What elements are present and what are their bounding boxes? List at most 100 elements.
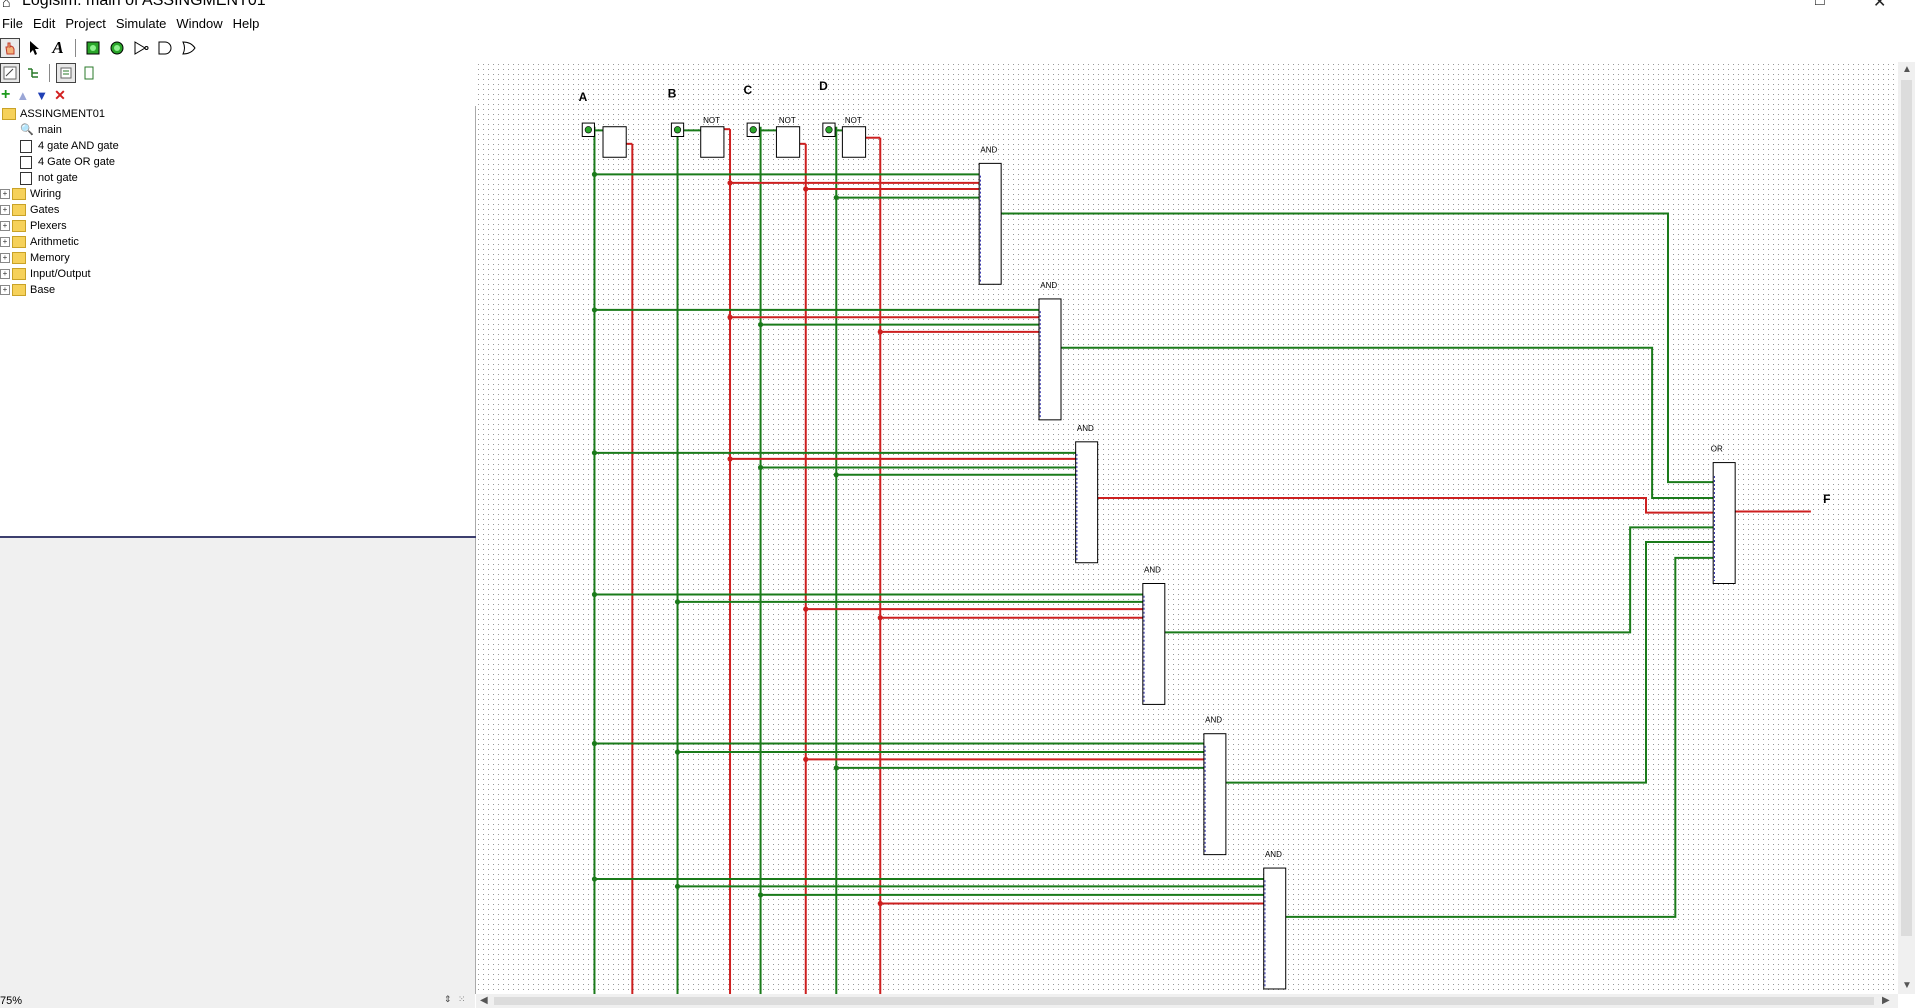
input-pin-state bbox=[749, 126, 757, 134]
folder-icon bbox=[2, 108, 16, 121]
menu-edit[interactable]: Edit bbox=[31, 16, 57, 31]
input-label: B bbox=[668, 86, 677, 100]
scroll-left-icon[interactable]: ◀ bbox=[480, 995, 488, 1006]
library-label: Arithmetic bbox=[30, 236, 79, 248]
menu-bar: File Edit Project Simulate Window Help bbox=[0, 14, 1915, 32]
and-gate-label: AND bbox=[1205, 716, 1222, 725]
zoom-level[interactable]: 75% bbox=[0, 995, 22, 1007]
wire-junction bbox=[591, 740, 598, 747]
delete-circuit-icon[interactable]: ✕ bbox=[54, 87, 66, 104]
wire-junction bbox=[803, 186, 809, 192]
wire-junction bbox=[877, 329, 883, 335]
not-gate bbox=[700, 126, 725, 158]
add-circuit-icon[interactable]: + bbox=[1, 86, 10, 104]
tool-toolbar: A bbox=[0, 36, 199, 60]
wire-junction bbox=[757, 321, 764, 328]
tree-root[interactable]: ASSINGMENT01 bbox=[0, 106, 119, 122]
wire-junction bbox=[833, 472, 839, 478]
text-tool-icon[interactable]: A bbox=[48, 38, 68, 58]
tree-circuit-main[interactable]: 🔍 main bbox=[0, 122, 119, 138]
menu-window[interactable]: Window bbox=[174, 16, 224, 31]
menu-help[interactable]: Help bbox=[231, 16, 262, 31]
tree-lib-wiring[interactable]: + Wiring bbox=[0, 186, 119, 202]
circuit-canvas[interactable]: A B C D NOT NOT NOT AND AND AND AND AND AND OR F bbox=[476, 62, 1898, 1002]
and-gate-label: AND bbox=[1077, 424, 1094, 433]
library-label: Base bbox=[30, 284, 56, 296]
wire-junction bbox=[591, 591, 598, 598]
expand-icon[interactable]: + bbox=[0, 189, 10, 200]
zoom-spinner-icon[interactable]: ⇕ bbox=[444, 994, 452, 1005]
circuit-icon bbox=[20, 155, 32, 169]
wire-junction bbox=[591, 307, 598, 313]
arrow-select-icon[interactable] bbox=[24, 38, 44, 58]
and-gate-icon[interactable] bbox=[155, 38, 175, 58]
folder-icon bbox=[12, 188, 26, 201]
scroll-right-icon[interactable]: ▶ bbox=[1882, 995, 1890, 1006]
and-gate-label: AND bbox=[1144, 566, 1161, 575]
not-gate-label: NOT bbox=[779, 116, 796, 125]
layout-view-icon[interactable] bbox=[56, 63, 76, 83]
folder-icon bbox=[12, 252, 26, 265]
hand-poke-icon[interactable] bbox=[0, 38, 20, 58]
tree-circuit-not[interactable]: not gate bbox=[0, 170, 119, 186]
and-gate bbox=[1075, 441, 1099, 564]
and-gate-label: AND bbox=[1040, 281, 1057, 290]
tree-lib-plexers[interactable]: + Plexers bbox=[0, 218, 119, 234]
not-gate-label: NOT bbox=[703, 116, 720, 125]
circuit-label: main bbox=[38, 124, 62, 136]
tree-circuit-or[interactable]: 4 Gate OR gate bbox=[0, 154, 119, 170]
wire-junction bbox=[833, 765, 839, 771]
toolbox-view-icon[interactable] bbox=[0, 63, 20, 83]
expand-icon[interactable]: + bbox=[0, 253, 10, 264]
circuit-drawing[interactable]: A B C D NOT NOT NOT AND AND AND AND AND AND OR F bbox=[476, 62, 1898, 1002]
simulation-tree-icon[interactable] bbox=[23, 63, 43, 83]
expand-icon[interactable]: + bbox=[0, 269, 10, 280]
tree-lib-arithmetic[interactable]: + Arithmetic bbox=[0, 234, 119, 250]
wire-junction bbox=[591, 450, 598, 456]
vertical-scroll-thumb[interactable] bbox=[1901, 80, 1912, 936]
move-down-icon[interactable]: ▼ bbox=[35, 88, 48, 103]
output-pin-icon[interactable] bbox=[107, 38, 127, 58]
wire-junction bbox=[674, 599, 681, 605]
input-pin-icon[interactable] bbox=[83, 38, 103, 58]
not-gate bbox=[841, 126, 867, 158]
expand-icon[interactable]: + bbox=[0, 205, 10, 216]
circuit-label: 4 gate AND gate bbox=[38, 140, 119, 152]
library-label: Memory bbox=[30, 252, 70, 264]
and-gate bbox=[1038, 298, 1062, 421]
and-gate bbox=[1142, 582, 1166, 705]
expand-icon[interactable]: + bbox=[0, 285, 10, 296]
title-bar: ⌂ Logisim: main of ASSINGMENT01 □ ✕ bbox=[0, 0, 1915, 14]
expand-icon[interactable]: + bbox=[0, 221, 10, 232]
explorer-pane: ASSINGMENT01 🔍 main 4 gate AND gate 4 Gat… bbox=[0, 106, 476, 536]
toolbar-separator bbox=[49, 64, 50, 82]
wire-junction bbox=[674, 749, 681, 755]
appearance-view-icon[interactable] bbox=[79, 63, 99, 83]
menu-file[interactable]: File bbox=[0, 16, 25, 31]
wire-junction bbox=[877, 900, 883, 907]
close-icon[interactable]: ✕ bbox=[1873, 0, 1886, 12]
project-tree: ASSINGMENT01 🔍 main 4 gate AND gate 4 Gat… bbox=[0, 106, 119, 298]
library-label: Plexers bbox=[30, 220, 67, 232]
move-up-icon[interactable]: ▲ bbox=[16, 88, 29, 103]
horizontal-scrollbar[interactable]: ◀ ▶ bbox=[476, 994, 1898, 1008]
not-gate-icon[interactable] bbox=[131, 38, 151, 58]
horizontal-scroll-thumb[interactable] bbox=[494, 997, 1874, 1005]
vertical-scrollbar[interactable]: ▲ ▼ bbox=[1898, 62, 1915, 994]
tree-lib-gates[interactable]: + Gates bbox=[0, 202, 119, 218]
tree-lib-io[interactable]: + Input/Output bbox=[0, 266, 119, 282]
tree-lib-base[interactable]: + Base bbox=[0, 282, 119, 298]
menu-project[interactable]: Project bbox=[63, 16, 107, 31]
menu-simulate[interactable]: Simulate bbox=[114, 16, 169, 31]
expand-icon[interactable]: + bbox=[0, 237, 10, 248]
scroll-up-icon[interactable]: ▲ bbox=[1902, 64, 1912, 75]
tree-circuit-and[interactable]: 4 gate AND gate bbox=[0, 138, 119, 154]
grid-toggle-icon[interactable]: ⁙ bbox=[458, 994, 466, 1005]
or-gate-icon[interactable] bbox=[179, 38, 199, 58]
tree-lib-memory[interactable]: + Memory bbox=[0, 250, 119, 266]
maximize-icon[interactable]: □ bbox=[1815, 0, 1825, 10]
wire-junction bbox=[727, 314, 733, 320]
library-label: Wiring bbox=[30, 188, 62, 200]
input-pin-state bbox=[825, 126, 833, 134]
scroll-down-icon[interactable]: ▼ bbox=[1902, 980, 1912, 991]
